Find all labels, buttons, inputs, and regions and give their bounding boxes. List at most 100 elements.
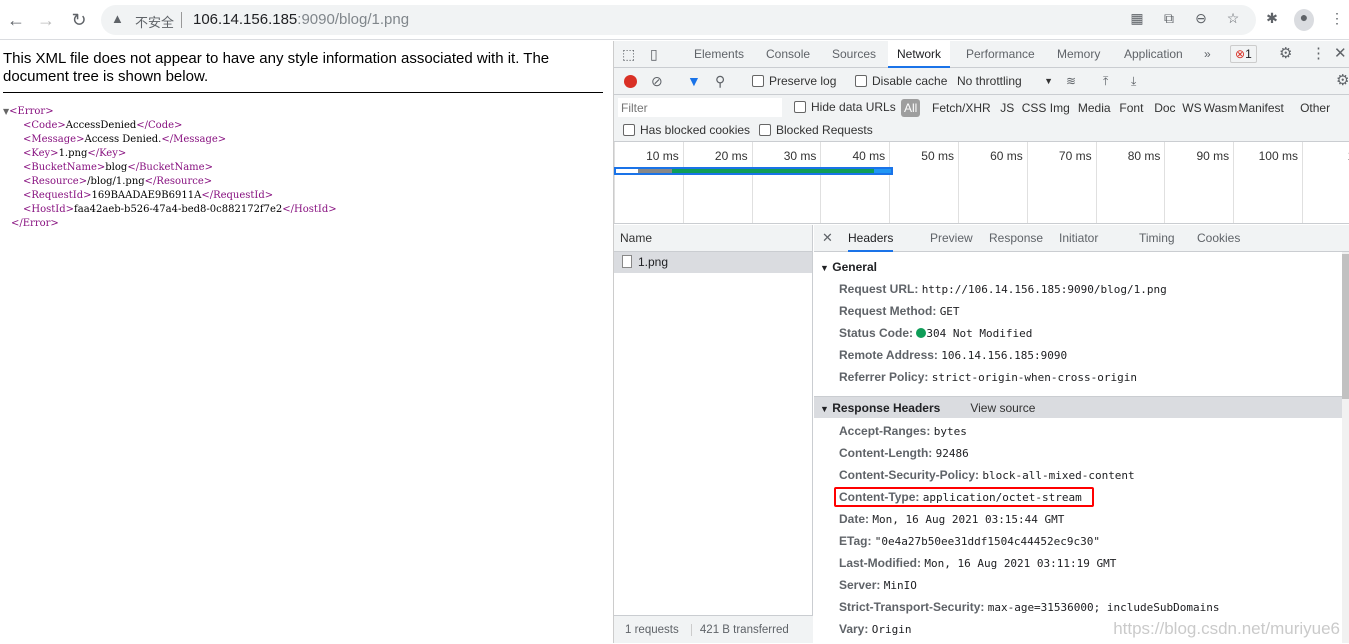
disable-cache-checkbox[interactable]: Disable cache xyxy=(855,68,947,94)
request-list: Name 1.png 1 requests 421 B transferred xyxy=(614,225,813,643)
tab-network[interactable]: Network xyxy=(888,41,951,68)
detail-tab-initiator[interactable]: Initiator xyxy=(1059,225,1098,252)
header-row: Request URL: http://106.14.156.185:9090/… xyxy=(839,282,1167,296)
upload-icon[interactable]: ⤒ xyxy=(1103,68,1108,94)
type-filter-fetch-xhr[interactable]: Fetch/XHR xyxy=(929,99,994,117)
qr-icon[interactable]: ▦ xyxy=(1127,10,1147,27)
extensions-icon[interactable]: ✱ xyxy=(1262,10,1282,27)
close-icon[interactable]: ✕ xyxy=(1334,41,1347,67)
zoom-icon[interactable]: ⊖ xyxy=(1191,10,1211,27)
tab-console[interactable]: Console xyxy=(766,41,810,67)
type-filter-doc[interactable]: Doc xyxy=(1151,99,1178,117)
preserve-log-checkbox[interactable]: Preserve log xyxy=(752,68,836,94)
record-icon[interactable] xyxy=(624,75,637,88)
tab-memory[interactable]: Memory xyxy=(1057,41,1100,67)
detail-tab-response[interactable]: Response xyxy=(989,225,1043,252)
type-filter-js[interactable]: JS xyxy=(997,99,1017,117)
request-row[interactable]: 1.png xyxy=(614,252,812,273)
network-settings-icon[interactable]: ⚙ xyxy=(1336,68,1349,94)
header-row: Content-Length: 92486 xyxy=(839,446,969,460)
reload-icon[interactable]: ↻ xyxy=(67,8,91,32)
scrollbar[interactable] xyxy=(1342,252,1349,643)
xml-close-root: </Error> xyxy=(11,218,59,229)
devtools-tabbar: ⬚ ▯ Elements Console Sources Network Perform… xyxy=(614,41,1349,68)
error-badge[interactable]: ⊗1 xyxy=(1230,45,1257,63)
filter-input[interactable] xyxy=(618,98,782,117)
filter-icon[interactable]: ▼ xyxy=(687,68,701,94)
hide-data-urls-label: Hide data URLs xyxy=(811,100,896,114)
throttling-select[interactable]: No throttling ▼ xyxy=(957,68,1053,94)
menu-icon[interactable]: ⋮ xyxy=(1327,10,1347,27)
tab-sources[interactable]: Sources xyxy=(832,41,876,67)
type-filter-img[interactable]: Img xyxy=(1047,99,1073,117)
close-details-icon[interactable]: ✕ xyxy=(822,230,833,246)
timeline-tick: 20 ms xyxy=(682,142,752,223)
timeline-overview[interactable]: 10 ms 20 ms 30 ms 40 ms 50 ms 60 ms 70 ms 80 ms… xyxy=(614,142,1349,224)
xml-node: <Resource>/blog/1.png</Resource> xyxy=(23,176,213,187)
xml-open-root[interactable]: ▼<Error> xyxy=(3,105,337,119)
browser-toolbar: ← → ↻ ▲ 不安全 106.14.156.185:9090/blog/1.p… xyxy=(0,0,1349,40)
timeline-tick: 60 ms xyxy=(958,142,1027,223)
has-blocked-cookies-checkbox[interactable]: Has blocked cookies xyxy=(623,123,750,137)
address-bar[interactable]: ▲ 不安全 106.14.156.185:9090/blog/1.png xyxy=(101,5,1256,35)
url-text[interactable]: 106.14.156.185:9090/blog/1.png xyxy=(193,11,409,28)
preserve-log-label: Preserve log xyxy=(769,74,837,88)
type-filter-font[interactable]: Font xyxy=(1116,99,1146,117)
tab-performance[interactable]: Performance xyxy=(966,41,1035,67)
type-filter-wasm[interactable]: Wasm xyxy=(1201,99,1241,117)
device-icon[interactable]: ▯ xyxy=(650,41,658,67)
warning-icon: ▲ xyxy=(111,11,124,26)
back-icon[interactable]: ← xyxy=(4,8,28,32)
forward-icon[interactable]: → xyxy=(34,8,58,32)
type-filter-media[interactable]: Media xyxy=(1075,99,1114,117)
star-icon[interactable]: ☆ xyxy=(1223,10,1243,27)
blocked-filter-bar: Has blocked cookies Blocked Requests xyxy=(614,120,1349,142)
timeline-tick: 90 ms xyxy=(1164,142,1233,223)
url-host: 106.14.156.185 xyxy=(193,11,298,28)
type-filter-css[interactable]: CSS xyxy=(1019,99,1050,117)
translate-icon[interactable]: ⧉ xyxy=(1159,10,1179,27)
divider xyxy=(181,12,182,28)
search-icon[interactable]: ⚲ xyxy=(715,68,725,94)
response-headers-section-toggle[interactable]: ▼ Response Headers View source xyxy=(814,396,1349,418)
detail-tab-preview[interactable]: Preview xyxy=(930,225,973,252)
network-conditions-icon[interactable]: ≋ xyxy=(1066,68,1076,94)
type-filter-all[interactable]: All xyxy=(901,99,921,117)
header-row: Status Code: 304 Not Modified xyxy=(839,326,1033,340)
timeline-tick: 40 ms xyxy=(820,142,889,223)
xml-node: <Code>AccessDenied</Code> xyxy=(23,120,183,131)
devtools-panel: ⬚ ▯ Elements Console Sources Network Perform… xyxy=(613,41,1349,643)
blocked-requests-label: Blocked Requests xyxy=(776,123,873,137)
avatar[interactable]: ● xyxy=(1294,9,1314,31)
type-filter-manifest[interactable]: Manifest xyxy=(1236,99,1287,117)
status-dot-icon xyxy=(916,328,927,338)
detail-tab-timing[interactable]: Timing xyxy=(1139,225,1175,252)
tab-application[interactable]: Application xyxy=(1124,41,1183,67)
network-toolbar: ⊘ ▼ ⚲ Preserve log Disable cache No thro… xyxy=(614,68,1349,95)
view-source-link[interactable]: View source xyxy=(970,401,1035,415)
request-count: 1 requests xyxy=(625,624,679,636)
insecure-label[interactable]: 不安全 xyxy=(135,12,174,31)
detail-tab-headers[interactable]: Headers xyxy=(848,225,894,252)
general-section-toggle[interactable]: ▼ General xyxy=(814,256,1349,278)
more-icon[interactable]: ⋮ xyxy=(1311,41,1326,67)
inspect-icon[interactable]: ⬚ xyxy=(622,41,635,67)
xml-node: <HostId>faa42aeb-b526-47a4-bed8-0c882172… xyxy=(23,204,337,215)
error-count: 1 xyxy=(1245,47,1252,61)
throttling-value: No throttling xyxy=(957,74,1022,88)
type-filter-other[interactable]: Other xyxy=(1297,99,1333,117)
detail-tab-cookies[interactable]: Cookies xyxy=(1197,225,1240,252)
xml-node: <RequestId>169BAADAE9B6911A</RequestId> xyxy=(23,190,274,201)
name-column-header[interactable]: Name xyxy=(614,225,812,252)
download-icon[interactable]: ⤓ xyxy=(1131,68,1136,94)
blocked-requests-checkbox[interactable]: Blocked Requests xyxy=(759,123,873,137)
settings-icon[interactable]: ⚙ xyxy=(1279,41,1292,67)
timeline-tick: 50 ms xyxy=(889,142,958,223)
more-tabs-icon[interactable]: » xyxy=(1204,41,1211,67)
tab-elements[interactable]: Elements xyxy=(694,41,744,67)
clear-icon[interactable]: ⊘ xyxy=(651,68,663,94)
xml-node: <BucketName>blog</BucketName> xyxy=(23,162,213,173)
timeline-tick: 100 ms xyxy=(1233,142,1302,223)
has-blocked-cookies-label: Has blocked cookies xyxy=(640,123,751,137)
hide-data-urls-checkbox[interactable]: Hide data URLs xyxy=(794,95,896,120)
